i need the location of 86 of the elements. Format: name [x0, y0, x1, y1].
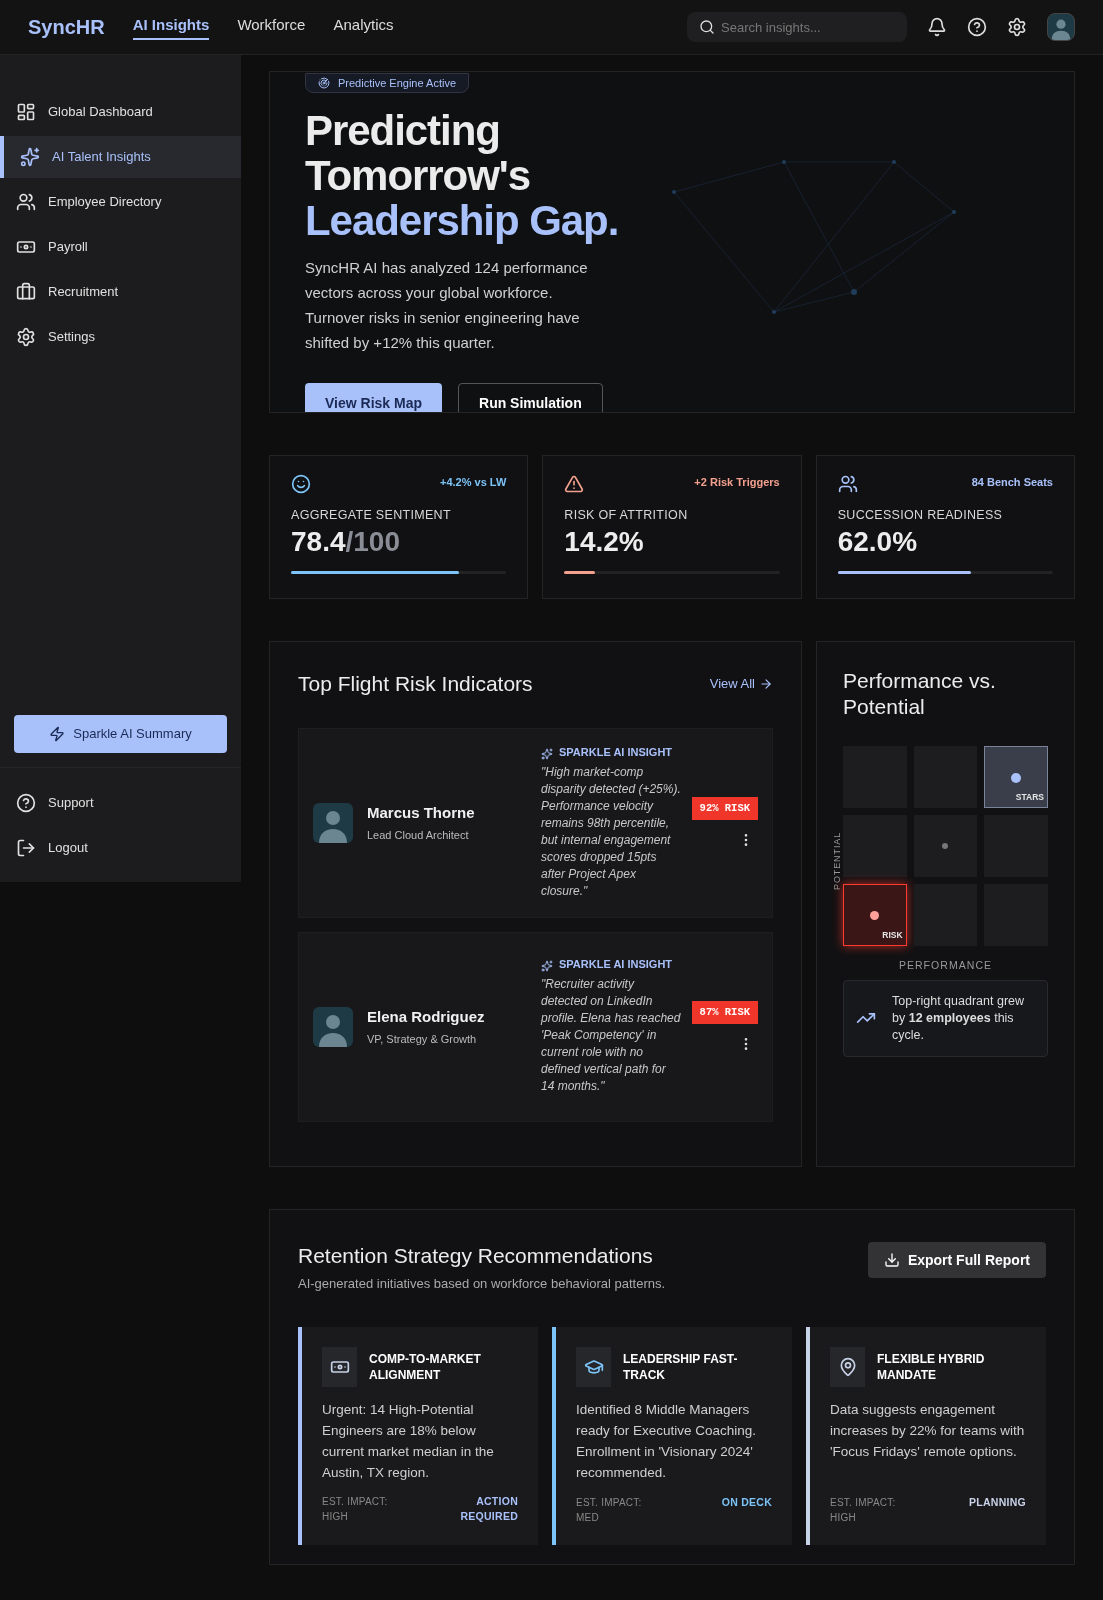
- quadrant-label: RISK: [882, 929, 903, 942]
- card-title: FLEXIBLE HYBRID MANDATE: [877, 1351, 986, 1383]
- insight-text: "Recruiter activity detected on LinkedIn profile. Elena has reached 'Peak Competency' in current role with no defined vertical path for 14 months.": [541, 976, 681, 1095]
- search-icon: [699, 19, 715, 35]
- insight-text: "High market-comp disparity detected (+25%). Performance velocity remains 98th percentile, but internal engagement scores dropped 15pts after Project Apex closure.": [541, 763, 681, 900]
- avatar-silhouette-icon: [313, 1006, 353, 1047]
- employee-role: Lead Cloud Architect: [367, 827, 470, 843]
- lightning-icon: [49, 726, 66, 742]
- hero-title: Predicting Tomorrow's Leadership Gap.: [305, 108, 620, 243]
- status-label: ON DECK: [720, 1495, 772, 1510]
- people-icon: [16, 192, 36, 212]
- sidebar-footer-item[interactable]: Support: [0, 780, 241, 825]
- kpi-delta: 84 Bench Seats: [971, 475, 1053, 490]
- impact-label: EST. IMPACT: HIGH: [830, 1496, 897, 1525]
- employee-name: Marcus Thorne: [367, 803, 476, 823]
- risk-badge: 92% RISK: [691, 796, 758, 821]
- hero-description: SyncHR AI has analyzed 124 performance vectors across your global workforce. Turnover risks in senior engineering have shifted by +12% this quarter.: [305, 258, 589, 353]
- card-title: LEADERSHIP FAST-TRACK: [623, 1351, 739, 1383]
- kpi-label: RISK OF ATTRITION: [564, 507, 689, 524]
- axis-label: POTENTIAL: [831, 831, 843, 890]
- search-field[interactable]: Search insights...: [687, 12, 907, 42]
- kpi-delta: +4.2% vs LW: [440, 475, 507, 490]
- card-body: Urgent: 14 High-Potential Engineers are 18% below current market median in the Austin, TX region.: [322, 1401, 495, 1482]
- kpi-label: SUCCESSION READINESS: [837, 507, 1004, 524]
- run-simulation-button[interactable]: Run Simulation: [458, 383, 603, 412]
- radar-icon: [318, 77, 330, 89]
- axis-label: PERFORMANCE: [897, 958, 994, 973]
- nav-tab[interactable]: Analytics: [333, 13, 394, 41]
- section-title: Top Flight Risk Indicators: [298, 671, 533, 697]
- dashboard-icon: [16, 102, 36, 122]
- sidebar-item[interactable]: Settings: [0, 316, 241, 358]
- kpi-delta: +2 Risk Triggers: [694, 475, 780, 490]
- section-title: Retention Strategy Recommendations: [298, 1243, 654, 1269]
- view-all-link[interactable]: View All: [709, 674, 773, 694]
- quadrant-label: STARS: [1015, 791, 1044, 804]
- card-body: Data suggests engagement increases by 22% for teams with 'Focus Fridays' remote options.: [830, 1401, 1026, 1461]
- kpi-value: 62.0%: [837, 524, 919, 559]
- nav-tab[interactable]: Workforce: [237, 13, 306, 41]
- settings-icon: [16, 327, 36, 347]
- sparkle-icon: [20, 147, 40, 167]
- kpi-value: 78.4/100: [291, 524, 401, 559]
- sparkle-summary-button[interactable]: Sparkle AI Summary: [14, 715, 227, 753]
- sidebar-footer-item[interactable]: Logout: [0, 825, 241, 870]
- kpi-label: AGGREGATE SENTIMENT: [291, 507, 452, 524]
- sidebar-item[interactable]: Global Dashboard: [0, 91, 241, 133]
- card-body: Identified 8 Middle Managers ready for Executive Coaching. Enrollment in 'Visionary 2024' recommended.: [576, 1401, 758, 1482]
- note-text: Top-right quadrant grew by 12 employees this cycle.: [892, 992, 1026, 1044]
- nav-tab[interactable]: AI Insights: [132, 13, 210, 41]
- impact-label: EST. IMPACT: HIGH: [322, 1494, 389, 1524]
- employee-name: Elena Rodriguez: [367, 1007, 486, 1027]
- section-subtitle: AI-generated initiatives based on workforce behavioral patterns.: [298, 1274, 666, 1293]
- employee-role: VP, Strategy & Growth: [367, 1031, 478, 1047]
- sidebar-item[interactable]: AI Talent Insights: [0, 136, 241, 178]
- logout-icon: [16, 837, 36, 858]
- briefcase-icon: [16, 282, 36, 302]
- download-icon: [883, 1252, 900, 1268]
- status-label: ACTION REQUIRED: [459, 1493, 518, 1525]
- user-avatar[interactable]: [1047, 13, 1075, 41]
- sidebar-item[interactable]: Employee Directory: [0, 181, 241, 223]
- status-badge: Predictive Engine Active: [305, 73, 469, 93]
- matrix-cell: [913, 884, 978, 946]
- graduation-cap-icon: [583, 1357, 604, 1377]
- export-report-button[interactable]: Export Full Report: [867, 1242, 1046, 1278]
- sidebar-item[interactable]: Payroll: [0, 226, 241, 268]
- status-label: PLANNING: [968, 1495, 1026, 1510]
- help-icon[interactable]: [967, 17, 987, 37]
- group-icon: [837, 474, 858, 494]
- settings-icon[interactable]: [1007, 17, 1027, 37]
- card-title: COMP-TO-MARKET ALIGNMENT: [369, 1351, 482, 1383]
- arrow-right-icon: [759, 676, 773, 691]
- warning-icon: [564, 474, 585, 494]
- avatar-silhouette-icon: [313, 802, 353, 843]
- brand-logo: SyncHR: [28, 15, 105, 40]
- impact-label: EST. IMPACT: MED: [576, 1496, 643, 1525]
- smiley-icon: [291, 474, 311, 494]
- sidebar-item[interactable]: Recruitment: [0, 271, 241, 313]
- insight-label: SPARKLE AI INSIGHT: [559, 958, 673, 971]
- sparkle-icon: [541, 960, 553, 972]
- kpi-value: 14.2%: [564, 524, 645, 559]
- sparkle-icon: [541, 747, 553, 760]
- view-risk-map-button[interactable]: View Risk Map: [305, 383, 442, 412]
- notification-bell-icon[interactable]: [927, 17, 947, 37]
- section-title: Performance vs. Potential: [843, 668, 997, 720]
- risk-badge: 87% RISK: [691, 1000, 758, 1025]
- insight-label: SPARKLE AI INSIGHT: [559, 745, 673, 759]
- help-icon: [16, 792, 36, 813]
